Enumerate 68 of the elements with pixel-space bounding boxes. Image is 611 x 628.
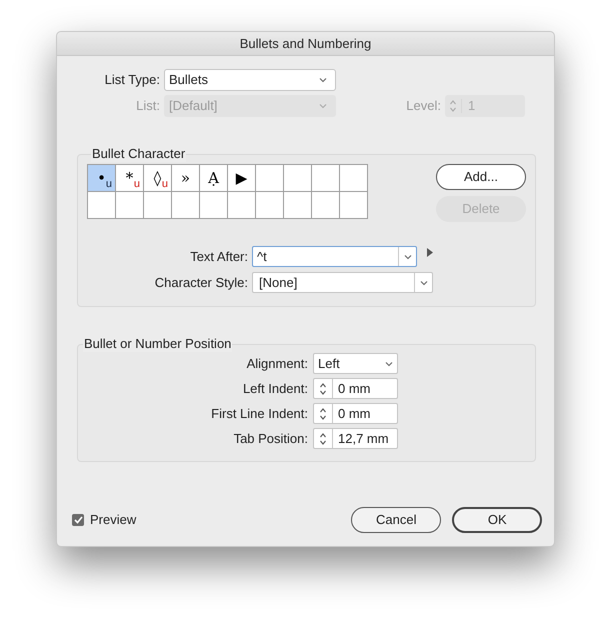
glyph-cell[interactable] (312, 165, 340, 192)
glyph-cell[interactable]: Ạ (200, 165, 228, 192)
field-label: Text After: (189, 248, 249, 266)
stepper-arrows-icon (319, 406, 327, 420)
field-label: Left Indent: (242, 380, 309, 398)
add-button[interactable]: Add... (436, 164, 526, 190)
dropdown-value: [None] (258, 274, 298, 292)
glyph-cell[interactable] (116, 192, 144, 219)
glyph: Ạ (208, 170, 219, 186)
caret-icon (385, 360, 393, 366)
measure-stepper[interactable]: 12,7 mm (313, 428, 398, 449)
glyph: » (180, 170, 190, 186)
caret-icon (420, 280, 428, 286)
glyph-cell[interactable] (284, 192, 312, 219)
glyph-cell[interactable] (340, 165, 368, 192)
stepper-value: 0 mm (337, 404, 370, 423)
preview-checkbox[interactable] (72, 514, 84, 526)
glyph-cell[interactable] (228, 192, 256, 219)
field-label: Character Style: (154, 274, 249, 292)
glyph-cell[interactable] (88, 192, 116, 219)
caret-icon (319, 103, 327, 109)
window-title: Bullets and Numbering (240, 34, 372, 53)
field-label: List: (135, 97, 161, 116)
measure-stepper[interactable]: 0 mm (313, 403, 398, 424)
dropdown-value: Bullets (169, 71, 208, 90)
combo-value: ^t (256, 248, 268, 266)
glyph-cell[interactable]: ▶ (228, 165, 256, 192)
stepper-arrows-icon (319, 432, 327, 446)
glyph: • (97, 170, 106, 186)
glyph-cell[interactable] (256, 165, 284, 192)
stepper-arrows-icon (319, 382, 327, 396)
unicode-mark: u (162, 179, 168, 190)
dropdown-value: Left (318, 354, 340, 373)
caret-icon (404, 254, 412, 260)
glyph-cell[interactable] (340, 192, 368, 219)
field-label: List Type: (104, 71, 161, 90)
field-label: Tab Position: (232, 430, 309, 448)
glyph-cell[interactable] (144, 192, 172, 219)
stepper-arrows-icon (449, 99, 457, 113)
stepper-value: 12,7 mm (337, 430, 389, 448)
measure-stepper[interactable]: 0 mm (313, 378, 398, 399)
glyph: * (126, 170, 134, 186)
field-label: Alignment: (246, 354, 309, 373)
alignment-dropdown[interactable]: Left (313, 353, 398, 374)
flyout-triangle-icon[interactable] (427, 248, 433, 257)
checkbox-label: Preview (90, 511, 136, 530)
caret-icon (319, 77, 327, 83)
field-label: First Line Indent: (210, 404, 309, 423)
dropdown-value: [Default] (169, 97, 218, 116)
check-icon (74, 516, 82, 524)
glyph: ◊ (154, 170, 162, 186)
glyph: ▶ (236, 170, 248, 186)
unicode-mark: u (106, 179, 112, 190)
character-style-dropdown[interactable]: [None] (252, 272, 433, 293)
unicode-mark: u (134, 179, 140, 190)
ok-button[interactable]: OK (452, 507, 542, 533)
text-after-combo[interactable]: ^t (252, 246, 417, 267)
glyph-cell[interactable]: » (172, 165, 200, 192)
cancel-button[interactable]: Cancel (351, 507, 442, 533)
field-label: Level: (406, 97, 442, 116)
glyph-cell[interactable] (200, 192, 228, 219)
dropdown[interactable]: Bullets (164, 69, 336, 91)
stepper-value: 0 mm (337, 380, 370, 398)
level-value: 1 (467, 97, 476, 116)
glyph-cell[interactable] (312, 192, 340, 219)
glyph-cell[interactable] (172, 192, 200, 219)
glyph-cell[interactable] (284, 165, 312, 192)
glyph-cell[interactable] (256, 192, 284, 219)
